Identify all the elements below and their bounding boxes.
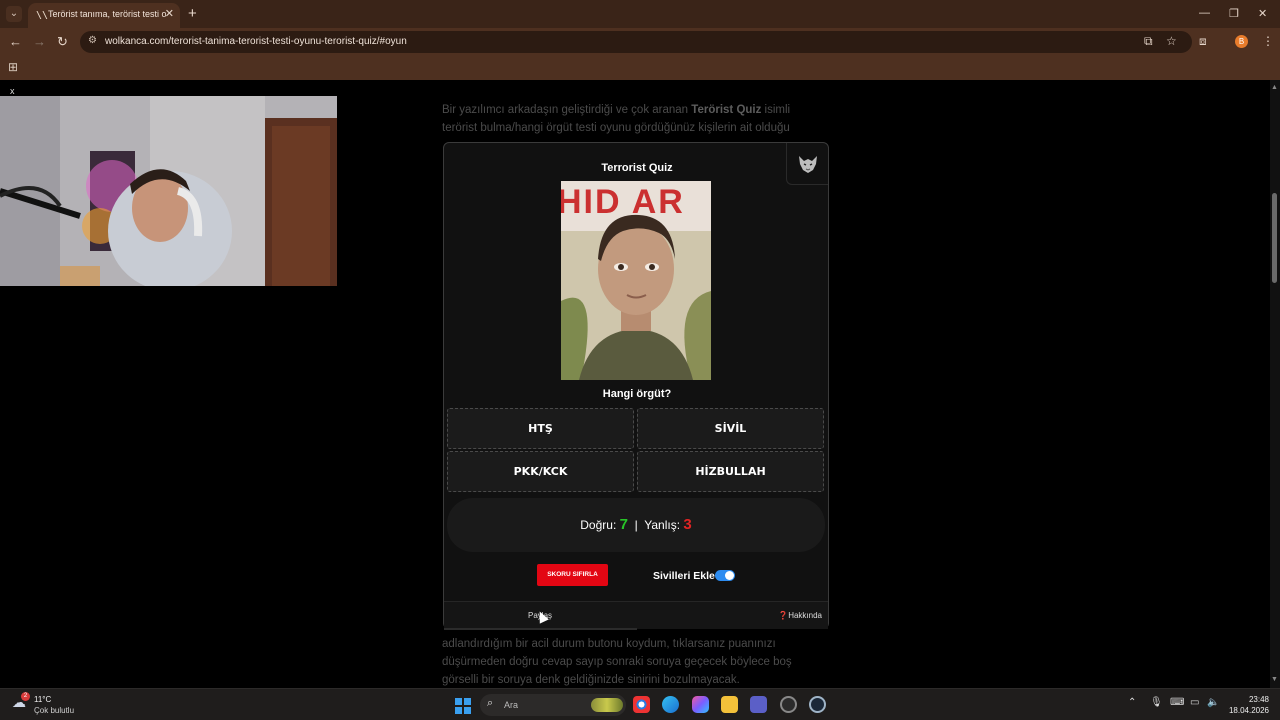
webcam-feed: [0, 96, 337, 286]
article-bottom-line2: düşürmeden doğru cevap sayıp sonraki sor…: [442, 656, 792, 668]
forward-button[interactable]: →: [33, 34, 46, 49]
bookmarks-bar: ⊞: [0, 56, 1280, 80]
question-text: Hangi örgüt?: [602, 388, 672, 400]
microphone-icon[interactable]: 🎙: [1150, 697, 1163, 708]
article-intro-line2: terörist bulma/hangi örgüt testi oyunu g…: [442, 122, 790, 134]
taskbar-search[interactable]: ⌕ Ara: [480, 694, 626, 716]
scroll-up-icon[interactable]: ▲: [1271, 84, 1278, 91]
taskbar-clock[interactable]: 23:48 18.04.2026: [1223, 694, 1269, 716]
webcam-image: [0, 96, 337, 286]
close-tab-icon[interactable]: ✕: [165, 7, 174, 20]
add-civilians-toggle[interactable]: [715, 570, 735, 581]
photo-caption: HID AR: [561, 183, 685, 221]
article-bottom-line1: adlandırdığım bir acil durum butonu koyd…: [442, 638, 776, 650]
search-icon: ⌕: [487, 697, 494, 709]
article-intro-bold: Terörist Quiz: [691, 104, 762, 116]
new-tab-button[interactable]: +: [188, 5, 197, 22]
clock-date: 18.04.2026: [1228, 706, 1269, 715]
close-window-button[interactable]: ✕: [1258, 7, 1267, 20]
share-tab-underline: [444, 628, 637, 630]
weather-temperature[interactable]: 11°C: [34, 695, 51, 704]
tab-title: Terörist tanıma, terörist testi oy: [48, 9, 166, 19]
address-bar[interactable]: ⚙ wolkanca.com/terorist-tanima-terorist-…: [80, 31, 1192, 53]
quiz-title: Terrorist Quiz: [601, 162, 673, 174]
article-bottom-line3: görselli bir soruya denk geldiğinizde si…: [442, 674, 740, 686]
windows-taskbar: ☁ 2 11°C Çok bulutlu ⌕ Ara ⌃ 🎙 ⌨ ▭ 🔈 23:…: [0, 688, 1280, 720]
back-button[interactable]: ←: [9, 34, 22, 49]
question-mark-icon: ❓: [778, 611, 789, 620]
edge-icon[interactable]: [662, 696, 679, 713]
weather-description[interactable]: Çok bulutlu: [34, 706, 74, 715]
article-bottom: adlandırdığım bir acil durum butonu koyd…: [442, 635, 832, 688]
install-app-icon[interactable]: ⧉: [1144, 34, 1153, 49]
correct-label: Doğru:: [580, 518, 617, 532]
scrollbar-track[interactable]: [1270, 80, 1280, 688]
network-icon[interactable]: ▭: [1190, 697, 1199, 708]
question-photo: HID AR: [561, 181, 711, 380]
address-url: wolkanca.com/terorist-tanima-terorist-te…: [105, 36, 407, 47]
clock-time: 23:48: [1248, 695, 1269, 704]
media-app-icon[interactable]: [780, 696, 797, 713]
tray-chevron-up-icon[interactable]: ⌃: [1128, 697, 1136, 708]
webcam-close-button[interactable]: x: [10, 86, 15, 96]
search-highlight-icon: [591, 698, 623, 712]
taskbar-search-placeholder: Ara: [504, 700, 519, 710]
site-favicon-icon: \\: [36, 10, 49, 21]
weather-badge: 2: [21, 692, 30, 701]
profile-avatar[interactable]: B: [1235, 35, 1248, 48]
browser-toolbar: ← → ↻ ⚙ wolkanca.com/terorist-tanima-ter…: [0, 28, 1280, 56]
answer-option-1[interactable]: HTŞ: [447, 408, 634, 449]
file-explorer-icon[interactable]: [721, 696, 738, 713]
site-info-icon[interactable]: ⚙: [88, 35, 97, 46]
reset-score-button[interactable]: SKORU SIFIRLA: [537, 564, 608, 586]
extensions-icon[interactable]: ⧈: [1199, 34, 1207, 49]
page-content: Bir yazılımcı arkadaşın geliştirdiği ve …: [0, 80, 1280, 688]
about-tab[interactable]: ❓Hakkında: [778, 611, 822, 620]
minimize-button[interactable]: —: [1199, 7, 1210, 19]
wrong-count: 3: [683, 516, 692, 533]
correct-count: 7: [619, 516, 628, 533]
tab-active[interactable]: \\ Terörist tanıma, terörist testi oy ✕: [28, 3, 180, 28]
wrong-label: Yanlış:: [644, 518, 681, 532]
toggle-knob: [725, 571, 734, 580]
answer-option-3[interactable]: PKK/KCK: [447, 451, 634, 492]
apps-grid-icon[interactable]: ⊞: [8, 60, 18, 74]
about-label: Hakkında: [788, 611, 822, 620]
tab-search-button[interactable]: ⌄: [6, 6, 22, 22]
bookmark-star-icon[interactable]: ☆: [1166, 34, 1177, 48]
copilot-icon[interactable]: [692, 696, 709, 713]
scroll-down-icon[interactable]: ▼: [1271, 676, 1278, 683]
add-civilians-label: Sivilleri Ekle: [653, 570, 715, 582]
chrome-icon[interactable]: [633, 696, 650, 713]
teams-icon[interactable]: [750, 696, 767, 713]
article-intro: Bir yazılımcı arkadaşın geliştirdiği ve …: [442, 101, 832, 137]
tab-bar: ⌄ \\ Terörist tanıma, terörist testi oy …: [0, 0, 1280, 28]
score-separator: |: [634, 518, 638, 532]
article-intro-pre: Bir yazılımcı arkadaşın geliştirdiği ve …: [442, 104, 692, 116]
volume-icon[interactable]: 🔈: [1207, 697, 1219, 708]
restore-button[interactable]: ❐: [1229, 7, 1239, 20]
keyboard-icon[interactable]: ⌨: [1170, 697, 1184, 708]
answer-option-2[interactable]: SİVİL: [637, 408, 824, 449]
windows-start-icon[interactable]: [455, 698, 471, 714]
article-intro-post: isimli: [761, 104, 791, 116]
quiz-footer: Paylaş ❓Hakkında: [444, 601, 828, 630]
score-panel: Doğru: 7 | Yanlış: 3: [447, 498, 825, 552]
quiz-card: Terrorist Quiz HID AR Hangi örgüt? HTŞ S…: [443, 142, 829, 630]
reload-button[interactable]: ↻: [57, 34, 68, 50]
menu-icon[interactable]: ⋮: [1262, 34, 1274, 48]
scrollbar-thumb[interactable]: [1272, 193, 1277, 283]
answer-option-4[interactable]: HİZBULLAH: [637, 451, 824, 492]
steam-icon[interactable]: [809, 696, 826, 713]
